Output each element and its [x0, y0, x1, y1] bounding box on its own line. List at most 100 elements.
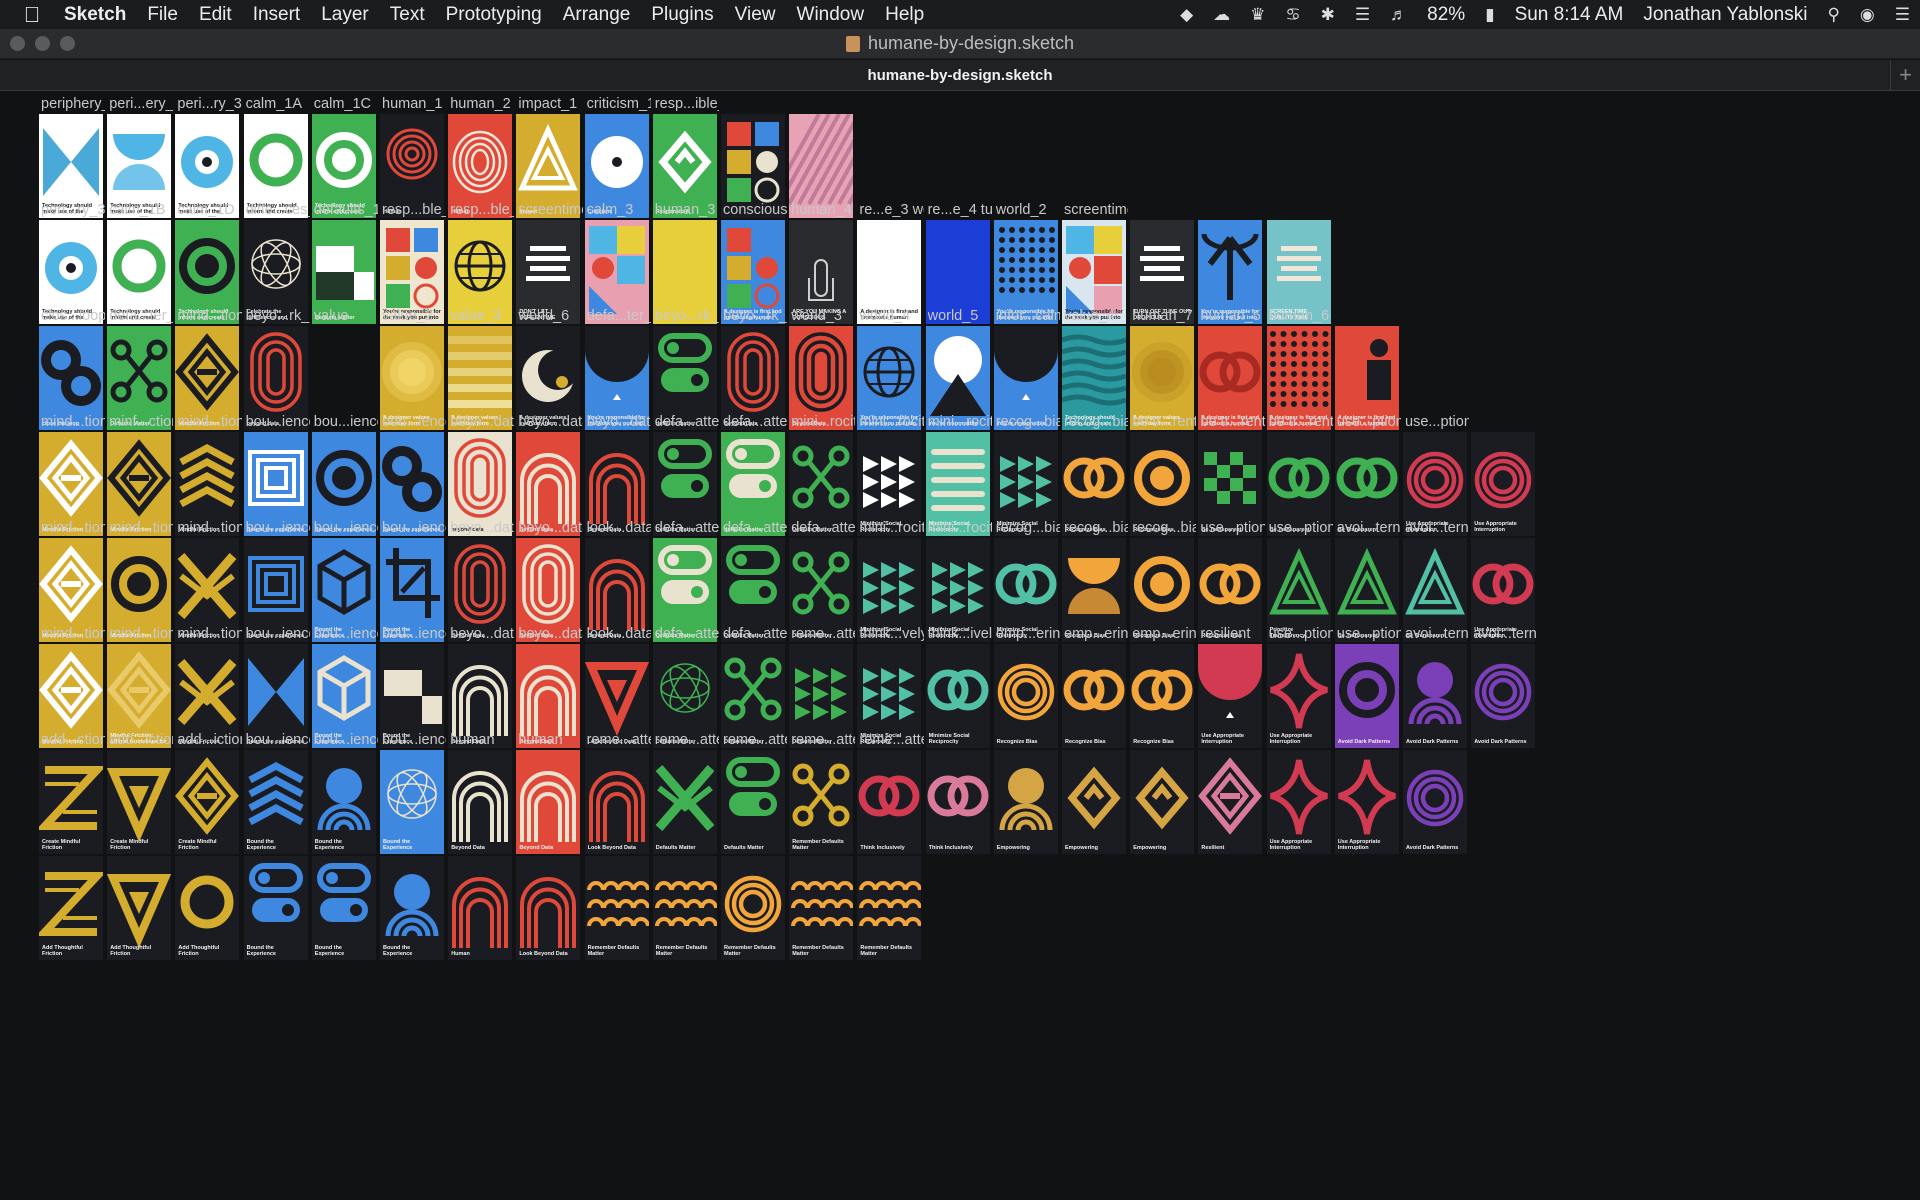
artboard-label[interactable]: beyo...data — [518, 414, 582, 430]
artboard-label[interactable]: beyo...data — [450, 520, 514, 536]
artboard-label[interactable]: value_4 — [1064, 308, 1128, 324]
artboard-label[interactable]: use...ption — [1269, 626, 1333, 642]
user-name[interactable]: Jonathan Yablonski — [1633, 4, 1817, 26]
artboard[interactable]: Create Mindful Friction — [107, 750, 172, 854]
artboard[interactable]: Remember Defaults Matter — [584, 856, 649, 960]
artboard[interactable]: Use Appropriate Interruption — [1334, 750, 1399, 854]
artboard[interactable]: Avoid Dark Patterns — [1403, 644, 1467, 748]
artboard-label[interactable]: world_6 — [518, 308, 582, 324]
artboard[interactable]: Use Appropriate Interruption — [1266, 644, 1331, 748]
artboard-label[interactable]: bou...ience — [246, 520, 310, 536]
artboard-label[interactable]: human — [450, 732, 514, 748]
artboard-label[interactable]: reme...atter — [587, 732, 651, 748]
menu-file[interactable]: File — [140, 4, 192, 26]
artboard-label[interactable]: beyo...data — [450, 626, 514, 642]
minimize-window-button[interactable] — [35, 36, 50, 51]
artboard-label[interactable]: mini...rocity — [928, 414, 992, 430]
artboard[interactable]: Resilient — [1198, 750, 1263, 854]
artboard-label[interactable]: be tr...rent — [1132, 414, 1196, 430]
artboard-label[interactable]: use...ption — [1337, 414, 1401, 430]
artboard-label[interactable]: world_5 — [928, 308, 992, 324]
close-window-button[interactable] — [10, 36, 25, 51]
artboard-label[interactable]: defa...atter — [723, 414, 787, 430]
artboard[interactable]: Empowering — [993, 750, 1058, 854]
artboard[interactable]: Bound the Experience — [311, 750, 376, 854]
artboard-label[interactable]: use...ption — [1337, 626, 1401, 642]
artboard-label[interactable]: calm_1C — [314, 96, 378, 112]
menu-edit[interactable]: Edit — [192, 4, 246, 26]
artboard-label[interactable]: reme...atter — [791, 626, 855, 642]
artboard[interactable]: Use Appropriate Interruption — [1198, 644, 1263, 748]
siri-icon[interactable]: ◉ — [1850, 5, 1885, 25]
artboard-label[interactable]: human_6 — [1269, 308, 1333, 324]
artboard-label[interactable]: use...ption — [1200, 520, 1264, 536]
artboard[interactable]: Beyond Data — [448, 750, 513, 854]
artboard-label[interactable]: beyo...rk_c — [655, 308, 719, 324]
evernote-icon[interactable]: ♛ — [1240, 5, 1275, 25]
artboard[interactable]: Remember Defaults Matter — [652, 856, 717, 960]
artboard-label[interactable]: mind...tion — [177, 308, 241, 324]
artboard-label[interactable]: value_2 — [382, 308, 446, 324]
menu-arrange[interactable]: Arrange — [556, 4, 645, 26]
artboard-label[interactable]: beyo...data — [450, 414, 514, 430]
artboard[interactable]: Defaults Matter — [652, 750, 717, 854]
menu-plugins[interactable]: Plugins — [644, 4, 727, 26]
artboard-label[interactable]: beyo...data — [518, 626, 582, 642]
canvas[interactable]: periphery_1peri...ery_2peri...ry_3A calm_… — [0, 92, 1920, 1200]
artboard[interactable]: Empowering — [1062, 750, 1126, 854]
artboard[interactable]: Add Thoughtful Friction — [107, 856, 172, 960]
artboard-label[interactable]: value — [314, 308, 378, 324]
artboard-label[interactable]: world_2 — [996, 202, 1060, 218]
artboard-label[interactable]: bou...ience — [314, 626, 378, 642]
menu-window[interactable]: Window — [790, 4, 879, 26]
artboard-label[interactable]: mind...tion — [109, 520, 173, 536]
battery-icon[interactable]: ▮ — [1475, 5, 1504, 25]
artboard[interactable]: Think Inclusively — [857, 750, 922, 854]
artboard-label[interactable]: human_2 — [450, 96, 514, 112]
artboard-label[interactable]: look...data — [587, 626, 651, 642]
artboard-label[interactable]: avoi...terns — [1405, 520, 1469, 536]
artboard-label[interactable]: value_3 — [450, 308, 514, 324]
artboard[interactable]: Human — [448, 856, 513, 960]
artboard-label[interactable]: human_1 — [382, 96, 446, 112]
dropbox-icon[interactable]: ◆ — [1170, 5, 1203, 25]
artboard-label[interactable]: mind...tion — [109, 626, 173, 642]
artboard-label[interactable]: defa...atter — [791, 520, 855, 536]
apple-logo-icon[interactable]:  — [0, 2, 64, 28]
artboard-label[interactable]: recog...bias — [1064, 520, 1128, 536]
artboard-label[interactable]: reme...atter — [723, 732, 787, 748]
artboard[interactable]: Remember Defaults Matter — [789, 750, 854, 854]
new-tab-button[interactable]: + — [1890, 60, 1920, 90]
menu-text[interactable]: Text — [383, 4, 439, 26]
artboard-label[interactable]: mind...tion — [41, 626, 105, 642]
artboard-label[interactable]: bou...ience — [382, 414, 446, 430]
artboard-label[interactable]: avoi...terns — [1473, 626, 1537, 642]
artboard[interactable]: Bound the Experience — [380, 750, 444, 854]
artboard-label[interactable]: avoi...terns — [1337, 520, 1401, 536]
artboard-label[interactable]: minf...ction — [109, 414, 173, 430]
artboard-label[interactable]: mind...tion — [41, 414, 105, 430]
artboard-label[interactable]: bou...ience — [382, 732, 446, 748]
artboard[interactable]: Use Appropriate Interruption — [1266, 750, 1331, 854]
artboard-label[interactable]: bou...ience — [382, 520, 446, 536]
artboard-label[interactable]: bou...ience — [314, 414, 378, 430]
artboard[interactable]: Bound the Experience — [243, 856, 308, 960]
artboard-label[interactable]: world_3 — [791, 308, 855, 324]
artboard-label[interactable]: defa...ter_a — [109, 308, 173, 324]
artboard[interactable]: Create Mindful Friction — [175, 750, 240, 854]
artboard-label[interactable]: criticism_1 — [587, 96, 651, 112]
artboard-label[interactable]: add...iction — [177, 732, 241, 748]
artboard-label[interactable]: calm_1D — [177, 202, 241, 218]
artboard-label[interactable]: think...ively — [928, 626, 992, 642]
artboard-label[interactable]: beyo...rk_d — [723, 308, 787, 324]
artboard-label[interactable]: calm_1B — [109, 202, 173, 218]
wifi-icon[interactable]: ☰ — [1345, 5, 1380, 25]
menu-layer[interactable]: Layer — [314, 4, 383, 26]
artboard-label[interactable]: add...iction — [109, 732, 173, 748]
artboard-label[interactable]: reme...atter — [655, 732, 719, 748]
artboard-label[interactable]: emp...ering — [1064, 626, 1128, 642]
artboard-label[interactable]: avoi...terns — [1405, 626, 1469, 642]
artboard-label[interactable]: look...data — [587, 520, 651, 536]
volume-icon[interactable]: ♬ — [1380, 5, 1417, 25]
artboard-label[interactable]: resp...ble_3 — [450, 202, 514, 218]
